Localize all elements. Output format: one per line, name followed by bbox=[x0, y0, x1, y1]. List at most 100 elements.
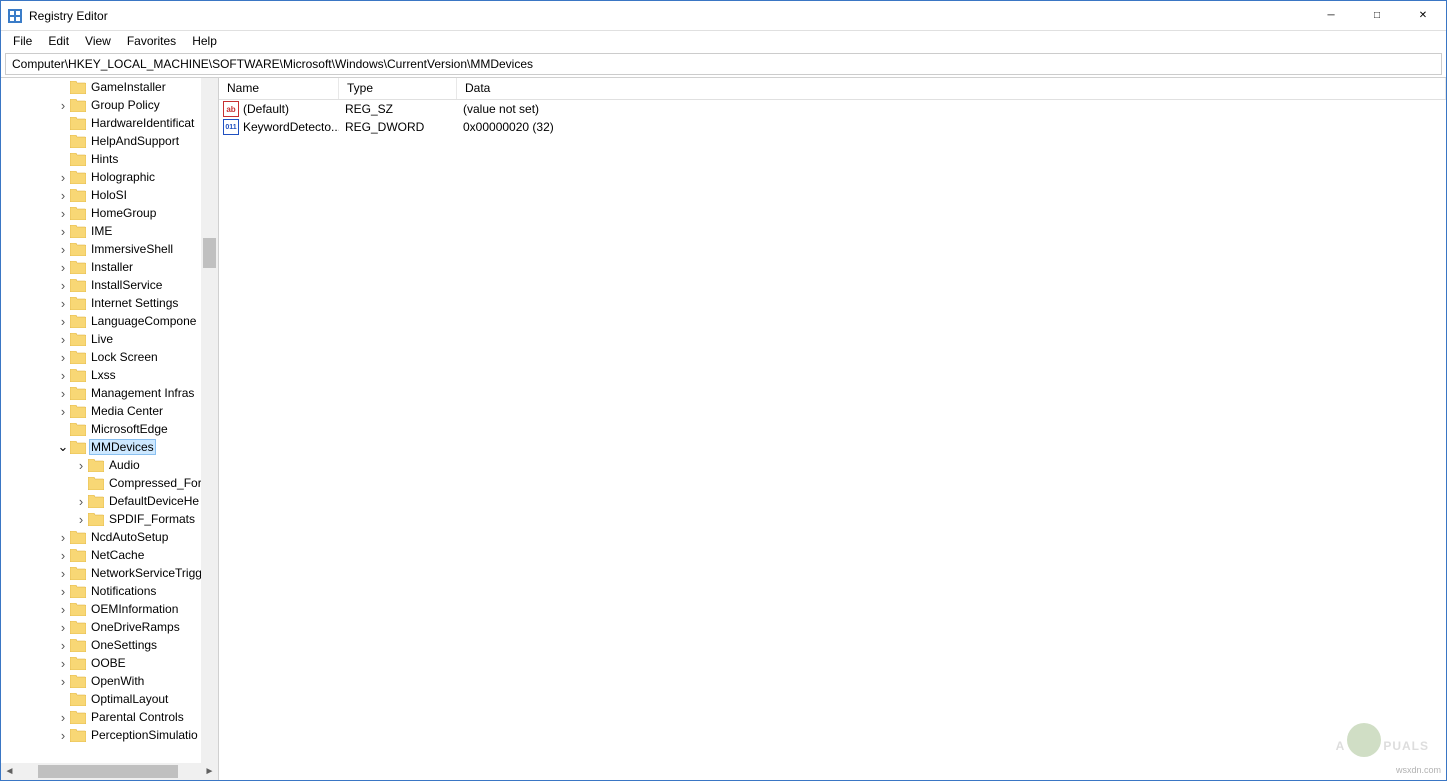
tree-item[interactable]: ›Installer bbox=[1, 258, 218, 276]
chevron-right-icon[interactable]: › bbox=[57, 404, 69, 419]
tree-item[interactable]: ›ImmersiveShell bbox=[1, 240, 218, 258]
tree-item[interactable]: ›Internet Settings bbox=[1, 294, 218, 312]
chevron-right-icon[interactable]: › bbox=[57, 728, 69, 743]
chevron-right-icon[interactable]: › bbox=[57, 314, 69, 329]
tree-item[interactable]: ›Holographic bbox=[1, 168, 218, 186]
tree-item[interactable]: ›HoloSI bbox=[1, 186, 218, 204]
tree-item[interactable]: ›Notifications bbox=[1, 582, 218, 600]
scroll-arrow-left[interactable]: ◄ bbox=[1, 766, 18, 777]
tree-item-label: PerceptionSimulatio bbox=[89, 728, 200, 742]
chevron-right-icon[interactable]: › bbox=[57, 638, 69, 653]
tree-scrollbar-horizontal[interactable]: ◄ ► bbox=[1, 763, 218, 780]
tree-item[interactable]: HardwareIdentificat bbox=[1, 114, 218, 132]
chevron-right-icon[interactable]: › bbox=[57, 188, 69, 203]
chevron-right-icon[interactable]: › bbox=[57, 278, 69, 293]
list-row[interactable]: ab(Default)REG_SZ(value not set) bbox=[219, 100, 1446, 118]
tree-item[interactable]: ›Management Infras bbox=[1, 384, 218, 402]
close-button[interactable]: ✕ bbox=[1400, 1, 1446, 30]
chevron-right-icon[interactable]: › bbox=[57, 620, 69, 635]
tree-item[interactable]: ›OneSettings bbox=[1, 636, 218, 654]
tree-item[interactable]: ›Group Policy bbox=[1, 96, 218, 114]
list-header: Name Type Data bbox=[219, 78, 1446, 100]
address-bar[interactable]: Computer\HKEY_LOCAL_MACHINE\SOFTWARE\Mic… bbox=[5, 53, 1442, 75]
chevron-right-icon[interactable]: › bbox=[57, 674, 69, 689]
tree-item-label: HomeGroup bbox=[89, 206, 158, 220]
tree-item[interactable]: ›Lock Screen bbox=[1, 348, 218, 366]
column-header-type[interactable]: Type bbox=[339, 78, 457, 99]
list-row[interactable]: 011KeywordDetecto...REG_DWORD0x00000020 … bbox=[219, 118, 1446, 136]
chevron-right-icon[interactable]: › bbox=[57, 530, 69, 545]
chevron-right-icon[interactable]: › bbox=[57, 296, 69, 311]
tree-item[interactable]: ›OpenWith bbox=[1, 672, 218, 690]
scroll-thumb-horizontal[interactable] bbox=[38, 765, 178, 778]
chevron-right-icon[interactable]: › bbox=[75, 458, 87, 473]
tree-item[interactable]: ›OEMInformation bbox=[1, 600, 218, 618]
menu-file[interactable]: File bbox=[5, 32, 40, 50]
tree-item[interactable]: HelpAndSupport bbox=[1, 132, 218, 150]
chevron-right-icon[interactable]: › bbox=[57, 602, 69, 617]
column-header-name[interactable]: Name bbox=[219, 78, 339, 99]
menu-help[interactable]: Help bbox=[184, 32, 225, 50]
chevron-right-icon[interactable]: › bbox=[57, 260, 69, 275]
tree-item[interactable]: ›IME bbox=[1, 222, 218, 240]
minimize-button[interactable]: ─ bbox=[1308, 1, 1354, 30]
tree-item[interactable]: › SPDIF_Formats bbox=[1, 510, 218, 528]
tree-item[interactable]: Hints bbox=[1, 150, 218, 168]
chevron-right-icon[interactable]: › bbox=[57, 224, 69, 239]
chevron-right-icon[interactable]: › bbox=[57, 656, 69, 671]
tree-item[interactable]: ›LanguageCompone bbox=[1, 312, 218, 330]
menu-edit[interactable]: Edit bbox=[40, 32, 77, 50]
tree-item[interactable]: › NetworkServiceTrigg bbox=[1, 564, 218, 582]
list-body[interactable]: ab(Default)REG_SZ(value not set)011Keywo… bbox=[219, 100, 1446, 136]
tree-item[interactable]: ›Parental Controls bbox=[1, 708, 218, 726]
chevron-right-icon[interactable]: › bbox=[57, 710, 69, 725]
tree-item[interactable]: ›NetCache bbox=[1, 546, 218, 564]
tree-item-label: NetworkServiceTrigg bbox=[89, 566, 204, 580]
tree-item[interactable]: ›NcdAutoSetup bbox=[1, 528, 218, 546]
tree-item-label: SPDIF_Formats bbox=[107, 512, 197, 526]
tree-item[interactable]: ›DefaultDeviceHe bbox=[1, 492, 218, 510]
scroll-thumb-vertical[interactable] bbox=[203, 238, 216, 268]
tree-item[interactable]: › PerceptionSimulatio bbox=[1, 726, 218, 744]
tree-item[interactable]: ›OneDriveRamps bbox=[1, 618, 218, 636]
tree-item[interactable]: ›Lxss bbox=[1, 366, 218, 384]
reg-dword-icon: 011 bbox=[223, 119, 239, 135]
folder-icon bbox=[70, 549, 86, 562]
tree-item[interactable]: ›Live bbox=[1, 330, 218, 348]
tree-item[interactable]: OptimalLayout bbox=[1, 690, 218, 708]
tree-item[interactable]: › HomeGroup bbox=[1, 204, 218, 222]
value-name: (Default) bbox=[243, 102, 289, 116]
chevron-right-icon[interactable]: › bbox=[57, 98, 69, 113]
chevron-right-icon[interactable]: › bbox=[57, 548, 69, 563]
address-path: Computer\HKEY_LOCAL_MACHINE\SOFTWARE\Mic… bbox=[12, 57, 533, 71]
tree-scrollbar-vertical[interactable] bbox=[201, 78, 218, 763]
tree-body[interactable]: GameInstaller›Group PolicyHardwareIdenti… bbox=[1, 78, 218, 763]
tree-item[interactable]: ›Audio bbox=[1, 456, 218, 474]
column-header-data[interactable]: Data bbox=[457, 78, 1446, 99]
maximize-button[interactable]: □ bbox=[1354, 1, 1400, 30]
chevron-right-icon[interactable]: › bbox=[57, 368, 69, 383]
menu-view[interactable]: View bbox=[77, 32, 119, 50]
chevron-right-icon[interactable]: › bbox=[75, 494, 87, 509]
scroll-arrow-right[interactable]: ► bbox=[201, 766, 218, 777]
menu-favorites[interactable]: Favorites bbox=[119, 32, 184, 50]
chevron-right-icon[interactable]: › bbox=[57, 584, 69, 599]
chevron-right-icon[interactable]: › bbox=[57, 170, 69, 185]
chevron-right-icon[interactable]: › bbox=[57, 332, 69, 347]
title-bar[interactable]: Registry Editor ─ □ ✕ bbox=[1, 1, 1446, 31]
chevron-right-icon[interactable]: › bbox=[57, 242, 69, 257]
tree-item[interactable]: ›Media Center bbox=[1, 402, 218, 420]
tree-item[interactable]: GameInstaller bbox=[1, 78, 218, 96]
chevron-right-icon[interactable]: › bbox=[57, 386, 69, 401]
chevron-down-icon[interactable]: ⌄ bbox=[57, 439, 69, 455]
chevron-right-icon[interactable]: › bbox=[57, 206, 69, 221]
tree-item[interactable]: ›InstallService bbox=[1, 276, 218, 294]
tree-item-label: Compressed_For bbox=[107, 476, 204, 490]
chevron-right-icon[interactable]: › bbox=[57, 566, 69, 581]
tree-item[interactable]: MicrosoftEdge bbox=[1, 420, 218, 438]
tree-item[interactable]: ›OOBE bbox=[1, 654, 218, 672]
tree-item[interactable]: ⌄MMDevices bbox=[1, 438, 218, 456]
chevron-right-icon[interactable]: › bbox=[57, 350, 69, 365]
chevron-right-icon[interactable]: › bbox=[75, 512, 87, 527]
tree-item[interactable]: Compressed_For bbox=[1, 474, 218, 492]
